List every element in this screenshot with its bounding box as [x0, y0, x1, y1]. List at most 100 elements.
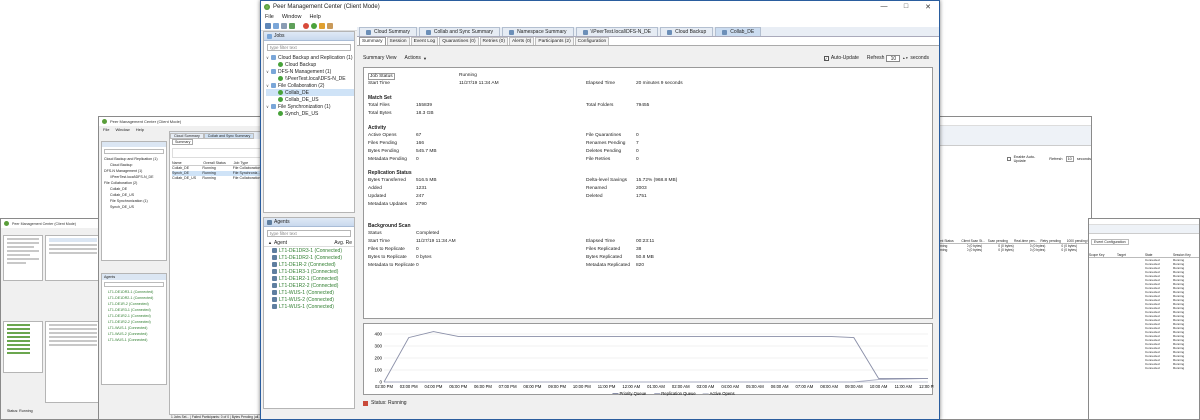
bg-right-2-grid: Scope Key Target State Session Key Connecte… — [1089, 253, 1199, 370]
job-tree-item[interactable]: Collab_DE_US — [266, 96, 354, 103]
jobs-filter-input[interactable]: type filter text — [267, 44, 351, 51]
bg-tree-item[interactable]: Synch_DE_US — [104, 204, 166, 210]
x-tick-label: 02:00 AM — [672, 384, 690, 389]
bg-left-2-content-panel: Cloud Summary Collab and Sync Summary Su… — [169, 131, 265, 415]
job-tree-item[interactable]: Collab_DE — [266, 89, 354, 96]
auto-update-checkbox[interactable]: ✓ — [823, 55, 829, 61]
bg-grid-header[interactable]: Session Key — [1173, 253, 1199, 257]
app-logo-icon — [102, 119, 107, 124]
agent-item[interactable]: LT1-DE1DR3-1 (Connected) — [272, 247, 354, 254]
bg-right-2-grid-rows: Connected Running Connected Running Connecte… — [1089, 258, 1199, 370]
agents-col-avg[interactable]: Avg. Re — [334, 240, 352, 246]
bg-grid-header[interactable]: Real-time pen... — [1014, 239, 1040, 243]
menu-help[interactable]: Help — [309, 14, 320, 20]
stat-label: Metadata to Replicate — [368, 263, 415, 268]
bg-grid-cell: 0 (0 bytes) — [966, 248, 983, 252]
job-subtab[interactable]: Retries (0) — [479, 37, 508, 45]
refresh-input[interactable]: 10 — [886, 54, 901, 62]
job-status-label: Job Status — [368, 73, 395, 80]
edit-icon[interactable] — [327, 22, 333, 29]
menu-help[interactable]: Help — [136, 127, 144, 132]
refresh-spinner-icon[interactable]: ▲▼ — [902, 56, 908, 60]
agent-item[interactable]: LT1-WUS-2 (Connected) — [272, 296, 354, 303]
bg-right-1-autoupdate-checkbox[interactable] — [1007, 157, 1011, 161]
job-tab[interactable]: Collab and Sync Summary — [418, 27, 501, 36]
job-subtab[interactable]: Summary — [359, 37, 386, 45]
close-button[interactable]: ✕ — [917, 3, 939, 11]
bg-table-row[interactable]: Collab_DE_US Running File Collaboration — [172, 176, 264, 181]
menu-window[interactable]: Window — [282, 14, 302, 20]
agent-item[interactable]: LT1-WUS-1 (Connected) — [272, 303, 354, 310]
job-tree-item[interactable]: Synch_DE_US — [266, 110, 354, 117]
stat-value: 1751 — [636, 194, 647, 199]
computer-icon — [272, 276, 277, 281]
bg-grid-header[interactable]: Retry pending — [1040, 239, 1066, 243]
minimize-button[interactable]: — — [873, 3, 895, 11]
bg-right-2-subtab[interactable]: Event Configuration — [1091, 239, 1129, 245]
agents-filter-input[interactable]: type filter text — [267, 230, 351, 237]
job-tab[interactable]: \\PeerTest.local\DFS-N_DE — [575, 27, 659, 36]
job-tree-label: File Collaboration (2) — [278, 82, 325, 89]
maximize-button[interactable]: □ — [895, 3, 917, 11]
folder-icon — [271, 69, 276, 74]
job-tree-item[interactable]: ∨ File Collaboration (2) — [266, 82, 354, 89]
bg-grid-header[interactable]: Scan pending — [988, 239, 1014, 243]
job-tree-item[interactable]: ∨ File Synchronization (1) — [266, 103, 354, 110]
job-subtab[interactable]: Alerts (0) — [508, 37, 535, 45]
bg-grid-header[interactable]: Scope Key — [1089, 253, 1117, 257]
agent-item[interactable]: LT1-WUS-1 (Connected) — [272, 289, 354, 296]
job-subtab[interactable]: Session — [386, 37, 410, 45]
menu-window[interactable]: Window — [115, 127, 129, 132]
menu-file[interactable]: File — [103, 127, 109, 132]
computer-icon — [272, 262, 277, 267]
bg-grid-header[interactable]: Client Scan St... — [961, 239, 987, 243]
agent-item[interactable]: LT1-DE1R3-1 (Connected) — [272, 268, 354, 275]
bg-grid-row[interactable]: Running 0 (0 bytes) 0 (0 bytes) 0 (0 bytes)… — [935, 248, 1091, 252]
job-subtab[interactable]: Quarantines (0) — [439, 37, 479, 45]
agent-item[interactable]: LT1-DE1R-2 (Connected) — [272, 261, 354, 268]
bg-left-2-tab-collab[interactable]: Collab and Sync Summary — [203, 133, 255, 139]
run-icon[interactable] — [311, 22, 317, 29]
job-tab[interactable]: Namespace Summary — [502, 27, 574, 36]
x-tick-label: 04:00 AM — [721, 384, 739, 389]
open-icon[interactable] — [273, 22, 279, 29]
job-subtab[interactable]: Event Log — [410, 37, 439, 45]
stat-label: Bytes Pending — [368, 149, 399, 154]
job-tree-item[interactable]: ∨ Cloud Backup and Replication (1) — [266, 54, 354, 61]
agents-col-agent[interactable]: Agent — [274, 240, 287, 246]
x-tick-label: 12:00 PM — [919, 384, 934, 389]
bg-grid-header[interactable]: Target — [1117, 253, 1145, 257]
refresh-icon[interactable] — [289, 22, 295, 29]
job-subtab[interactable]: Configuration — [574, 37, 610, 45]
agent-item[interactable]: LT1-DE1R2-1 (Connected) — [272, 275, 354, 282]
bg-window-right-1: Enable Auto-Update Refresh 10 seconds Cl… — [934, 116, 1092, 420]
total-folders-value: 79455 — [636, 103, 650, 108]
start-time-value: 11/27/19 11:34 AM — [459, 81, 499, 86]
job-subtab[interactable]: Participants (2) — [535, 37, 574, 45]
match-set-heading: Match Set — [368, 95, 392, 101]
job-tree-item[interactable]: ∨ DFS-N Management (1) — [266, 68, 354, 75]
job-tree-item[interactable]: Cloud Backup — [266, 61, 354, 68]
save-icon[interactable] — [281, 22, 287, 29]
job-tree-label: Collab_DE_US — [285, 96, 319, 103]
bg-grid-row[interactable]: Connected Running — [1089, 366, 1199, 370]
agent-item[interactable]: LT1-DE1DR2-1 (Connected) — [272, 254, 354, 261]
job-tab[interactable]: Cloud Backup — [660, 27, 714, 36]
job-tab[interactable]: Cloud Summary — [359, 27, 417, 36]
bg-agent-item[interactable]: LT1-WUS-1 (Connected) — [108, 337, 166, 343]
job-tab[interactable]: Collab_DE — [715, 27, 762, 36]
agents-panel: Agents type filter text ▲ Agent Avg. Re … — [263, 217, 355, 409]
bg-left-2-summary-tab[interactable]: Summary — [172, 139, 194, 145]
pause-icon[interactable] — [319, 22, 325, 29]
bg-right-1-grid: Client Status Client Scan St... Scan pendi… — [935, 239, 1091, 252]
bg-right-1-refresh-input[interactable]: 10 — [1065, 156, 1074, 162]
job-tree-item[interactable]: \\PeerTest.local\DFS-N_DE — [266, 75, 354, 82]
bg-grid-cell — [1089, 366, 1117, 370]
new-job-icon[interactable] — [265, 22, 271, 29]
bg-left-2-agent-list: LT1-DE1DR3-1 (Connected) LT1-DE1DR2-1 (Co… — [102, 289, 166, 343]
actions-menu[interactable]: Actions — [405, 55, 421, 61]
menu-file[interactable]: File — [265, 14, 274, 20]
bg-grid-header[interactable]: State — [1145, 253, 1173, 257]
agent-item[interactable]: LT1-DE1R2-2 (Connected) — [272, 282, 354, 289]
stop-icon[interactable] — [303, 22, 309, 29]
